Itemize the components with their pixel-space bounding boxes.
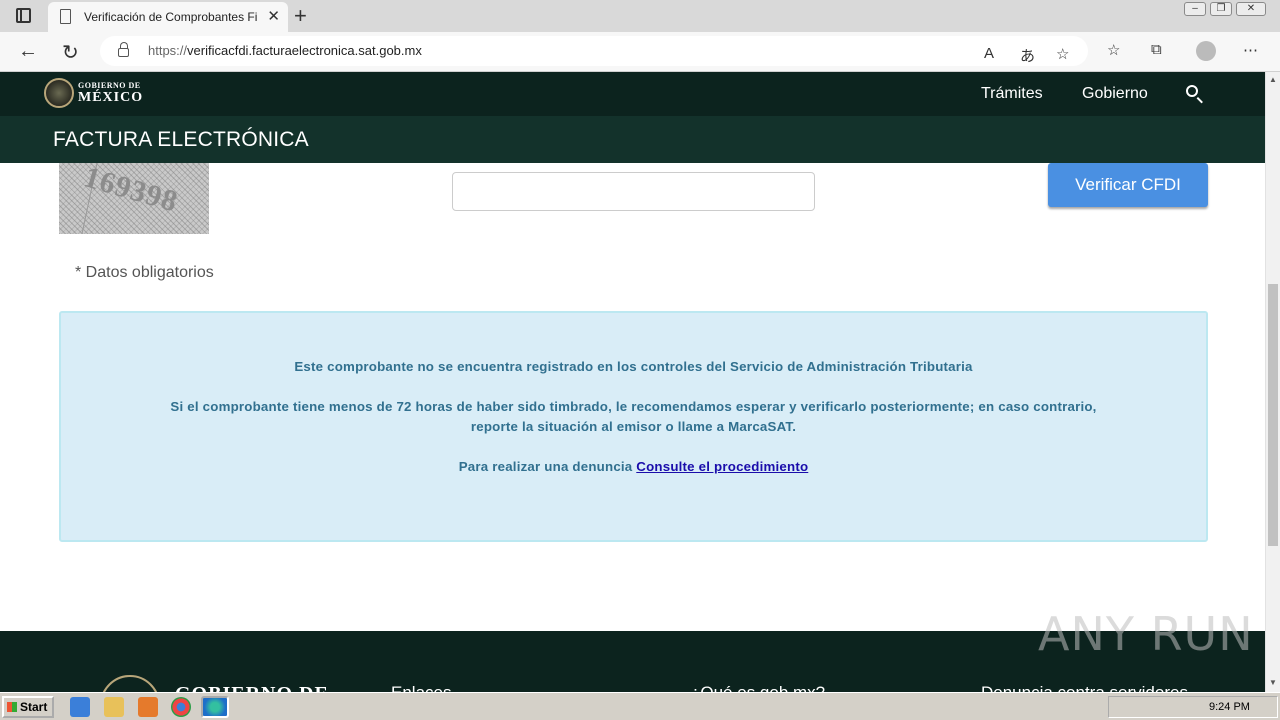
address-bar[interactable]: https://verificacfdi.facturaelectronica.… [100,36,1088,66]
edge-icon[interactable] [201,696,229,718]
lock-icon[interactable] [118,42,129,57]
scroll-thumb[interactable] [1268,284,1278,546]
alert-line-4: Para realizar una denuncia Consulte el p… [61,459,1206,474]
alert-line-3: reporte la situación al emisor o llame a… [470,419,797,434]
browser-tab-bar: Verificación de Comprobantes Fi ✕ + – ❐ … [0,0,1280,32]
chrome-icon[interactable] [171,697,191,717]
procedure-link[interactable]: Consulte el procedimiento [636,459,808,474]
explorer-icon[interactable] [104,697,124,717]
footer-about-heading: ¿Qué es gob.mx? [690,683,825,692]
verify-cfdi-button[interactable]: Verificar CFDI [1048,163,1208,207]
restore-button[interactable]: ❐ [1210,2,1232,16]
search-icon[interactable] [1186,85,1198,97]
section-header: FACTURA ELECTRÓNICA [0,116,1265,163]
browser-toolbar: ← ↻ https://verificacfdi.facturaelectron… [0,32,1280,72]
captcha-image: 169398 [59,163,209,234]
section-title[interactable]: FACTURA ELECTRÓNICA [53,128,309,152]
alert-line-2: Si el comprobante tiene menos de 72 hora… [170,399,1097,414]
clock[interactable]: 9:24 PM [1209,701,1250,713]
windows-taskbar: Start 9:24 PM [0,692,1280,720]
new-tab-icon[interactable]: + [294,3,307,29]
start-button[interactable]: Start [2,696,54,718]
back-icon[interactable]: ← [18,40,38,63]
page-icon [60,9,71,24]
alert-line-4-prefix: Para realizar una denuncia [458,459,637,474]
page-scrollbar[interactable]: ▲ ▼ [1265,72,1280,692]
windows-logo-icon [7,702,17,712]
tab-actions-icon[interactable] [16,8,31,23]
nav-gobierno[interactable]: Gobierno [1082,85,1148,103]
window-close-button[interactable]: ✕ [1236,2,1266,16]
scroll-down-icon[interactable]: ▼ [1269,678,1277,687]
tab-title: Verificación de Comprobantes Fi [84,10,258,24]
footer-gob-text: GOBIERNO DE [175,683,329,692]
footer-seal-icon [100,675,160,692]
minimize-button[interactable]: – [1184,2,1206,16]
more-menu-icon[interactable]: ⋯ [1243,41,1258,59]
footer-denuncia-heading: Denuncia contra servidores [981,683,1188,692]
gob-logo-line1[interactable]: GOBIERNO DE [78,81,141,90]
result-alert: Este comprobante no se encuentra registr… [59,311,1208,542]
profile-avatar[interactable] [1196,41,1216,61]
url-text[interactable]: https://verificacfdi.facturaelectronica.… [148,43,422,58]
tab-close-icon[interactable]: ✕ [267,7,280,25]
required-note: * Datos obligatorios [75,264,214,281]
gob-logo-line2[interactable]: MÉXICO [78,90,143,106]
translate-icon[interactable]: あ [1020,45,1035,66]
start-label: Start [20,700,48,714]
media-player-icon[interactable] [138,697,158,717]
collections-icon[interactable]: ⧉ [1151,41,1162,58]
system-tray [1108,696,1278,718]
scroll-up-icon[interactable]: ▲ [1269,75,1277,84]
anyrun-watermark: ANY RUN [1038,607,1254,661]
footer-links-heading: Enlaces [391,683,451,692]
refresh-icon[interactable]: ↻ [62,40,79,65]
add-favorite-icon[interactable]: ☆ [1056,45,1069,63]
alert-line-1: Este comprobante no se encuentra registr… [294,359,973,374]
browser-tab-active[interactable]: Verificación de Comprobantes Fi ✕ [48,2,288,32]
favorites-icon[interactable]: ☆ [1107,41,1120,59]
nav-tramites[interactable]: Trámites [981,85,1043,103]
captcha-input[interactable] [452,172,815,211]
ie-icon[interactable] [70,697,90,717]
read-aloud-icon[interactable]: A [984,45,994,62]
gob-header: GOBIERNO DE MÉXICO Trámites Gobierno [0,72,1265,116]
mexico-seal-icon[interactable] [44,78,74,108]
